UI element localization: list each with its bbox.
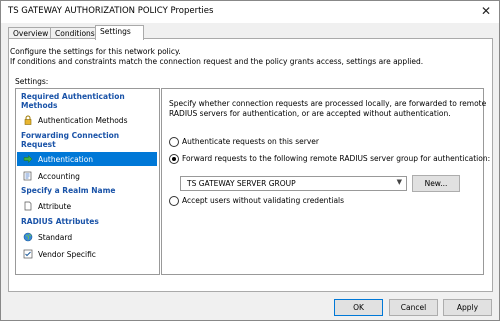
window-title: TS GATEWAY AUTHORIZATION POLICY Properti… — [8, 6, 214, 16]
radio-accept-users[interactable] — [169, 196, 179, 206]
lock-icon — [24, 115, 32, 125]
section-specify-realm-name: Specify a Realm Name — [21, 186, 116, 195]
properties-dialog: TS GATEWAY AUTHORIZATION POLICY Properti… — [0, 0, 500, 321]
radio-authenticate-locally-label[interactable]: Authenticate requests on this server — [182, 137, 319, 146]
server-group-select[interactable]: TS GATEWAY SERVER GROUP ▼ — [180, 176, 407, 191]
apply-button[interactable]: Apply — [443, 299, 492, 316]
section-header-line: Request — [21, 140, 56, 149]
page-description: Configure the settings for this network … — [10, 47, 423, 67]
item-label: Authentication Methods — [38, 116, 128, 125]
ok-button[interactable]: OK — [334, 299, 383, 316]
chevron-down-icon: ▼ — [396, 178, 402, 186]
item-accounting[interactable]: Accounting — [17, 169, 157, 183]
pane-description-line-1: Specify whether connection requests are … — [169, 99, 487, 108]
section-header-line: Forwarding Connection — [21, 131, 120, 140]
cancel-button[interactable]: Cancel — [389, 299, 438, 316]
tab-settings[interactable]: Settings — [95, 25, 144, 40]
server-group-value: TS GATEWAY SERVER GROUP — [187, 179, 296, 188]
globe-icon — [23, 232, 33, 242]
item-label: Attribute — [38, 202, 72, 211]
item-authentication-methods[interactable]: Authentication Methods — [17, 113, 157, 127]
new-server-group-button[interactable]: New... — [412, 175, 460, 192]
section-required-authentication: Required Authentication Methods — [21, 92, 125, 110]
title-bar: TS GATEWAY AUTHORIZATION POLICY Properti… — [1, 1, 499, 23]
section-forwarding-connection-request: Forwarding Connection Request — [21, 131, 119, 149]
checklist-icon — [23, 249, 33, 259]
item-attribute[interactable]: Attribute — [17, 199, 157, 213]
description-line-1: Configure the settings for this network … — [10, 47, 181, 56]
radio-forward-requests[interactable] — [169, 154, 179, 164]
radio-forward-requests-label[interactable]: Forward requests to the following remote… — [182, 154, 490, 163]
item-standard[interactable]: Standard — [17, 230, 157, 244]
settings-tree: Required Authentication Methods Authenti… — [15, 88, 160, 275]
settings-label: Settings: — [15, 77, 49, 86]
item-label: Standard — [38, 233, 73, 242]
description-line-2: If conditions and constraints match the … — [10, 57, 424, 66]
item-authentication[interactable]: Authentication — [17, 152, 157, 166]
radio-accept-users-label[interactable]: Accept users without validating credenti… — [182, 196, 344, 205]
pane-description: Specify whether connection requests are … — [169, 99, 486, 119]
section-header-line: Methods — [21, 101, 58, 110]
green-arrow-icon — [23, 154, 33, 164]
item-label: Authentication — [38, 155, 94, 164]
close-icon[interactable]: ✕ — [481, 4, 491, 18]
dialog-footer: OK Cancel Apply — [1, 294, 499, 320]
item-vendor-specific[interactable]: Vendor Specific — [17, 247, 157, 261]
radio-authenticate-locally[interactable] — [169, 137, 179, 147]
item-label: Vendor Specific — [38, 250, 96, 259]
item-label: Accounting — [38, 172, 80, 181]
pane-description-line-2: RADIUS servers for authentication, or ar… — [169, 109, 451, 118]
document-icon — [24, 201, 32, 211]
section-header-line: Required Authentication — [21, 92, 125, 101]
accounting-icon — [23, 171, 32, 181]
section-radius-attributes: RADIUS Attributes — [21, 217, 99, 226]
authentication-settings-pane: Specify whether connection requests are … — [161, 88, 490, 275]
